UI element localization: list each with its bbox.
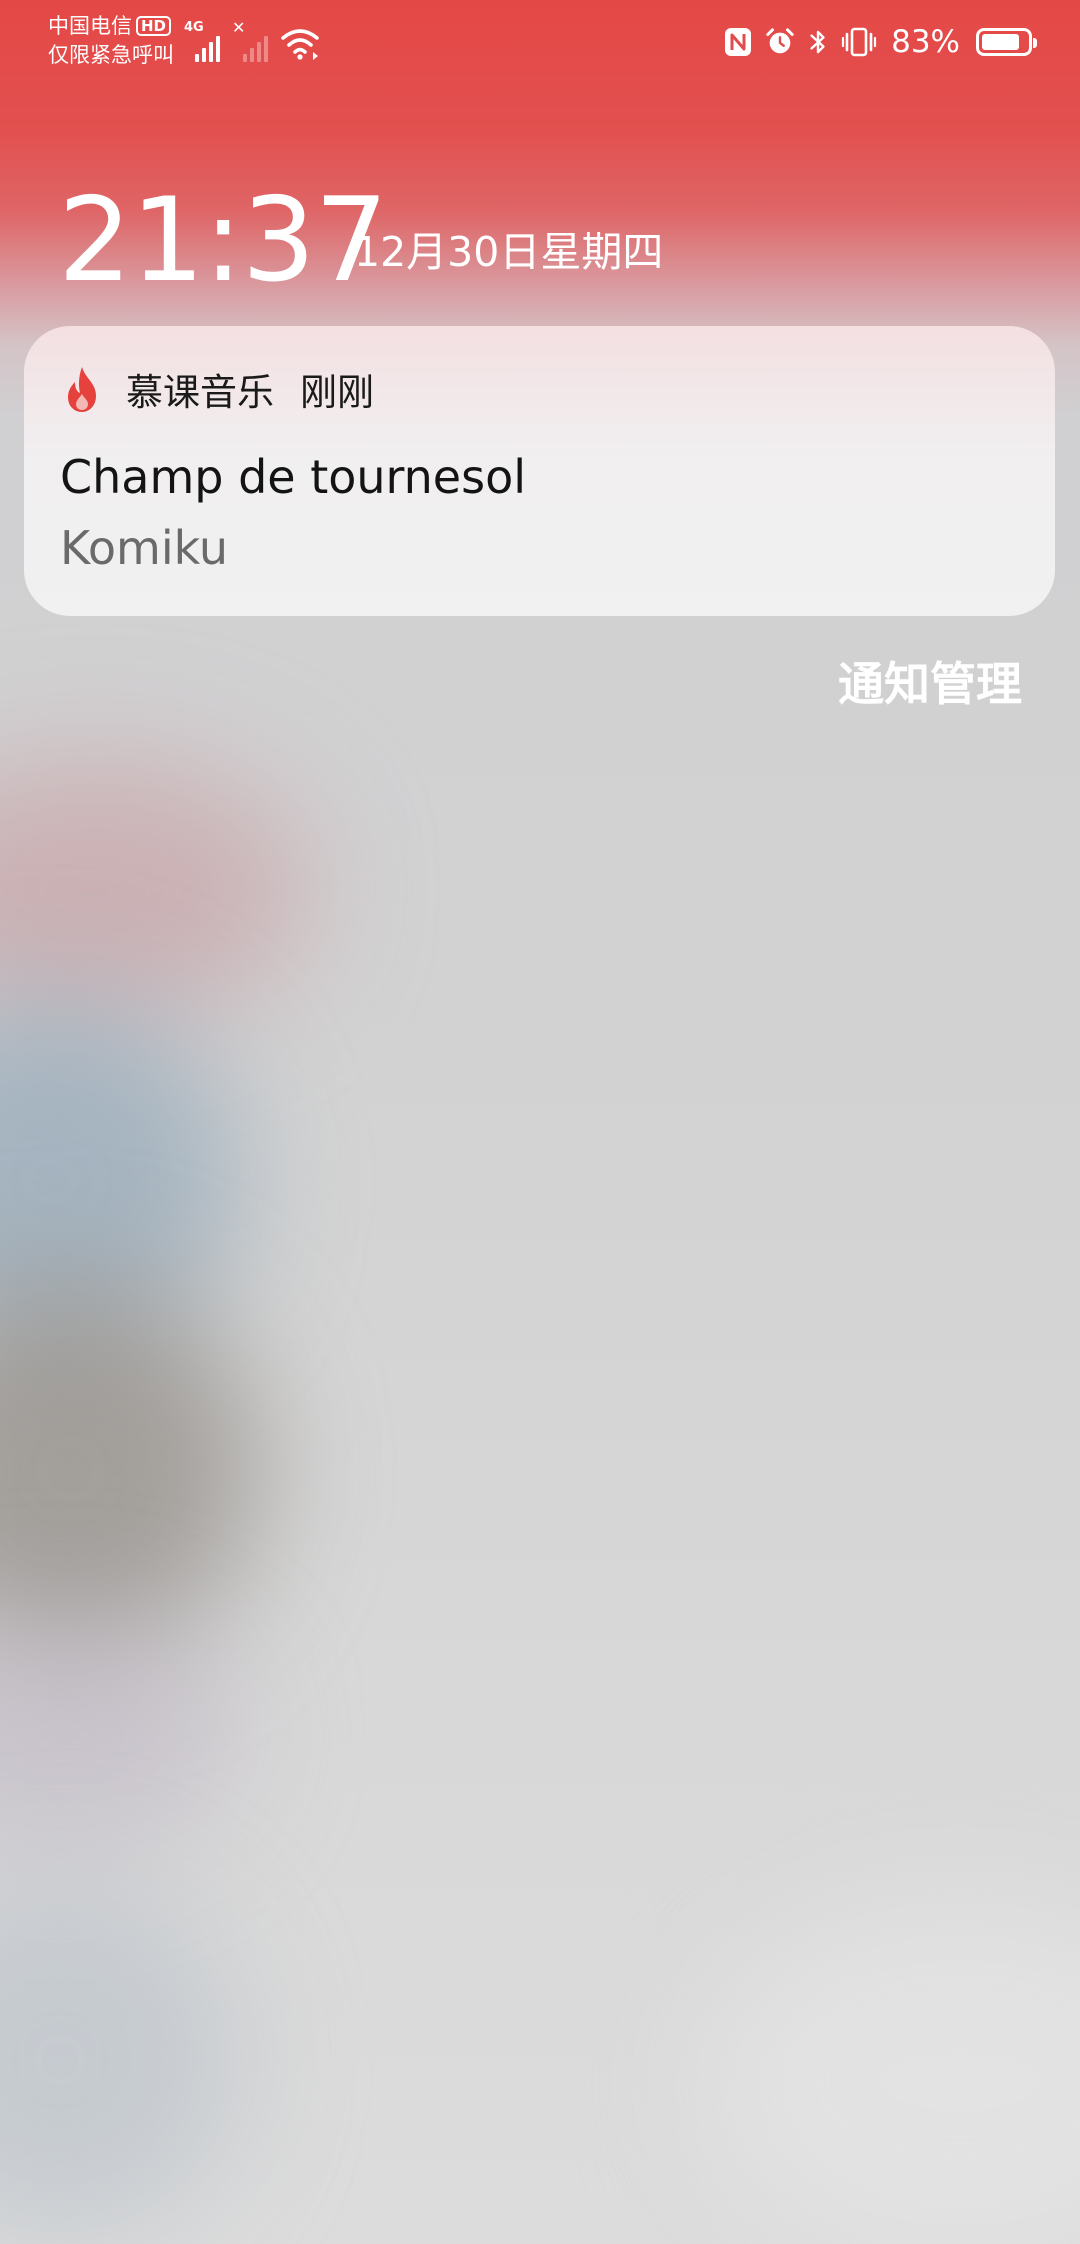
notification-header: 慕课音乐 刚刚: [60, 364, 374, 414]
bluetooth-icon: [810, 30, 825, 54]
battery-icon: [976, 28, 1037, 56]
system-indicators: 83%: [723, 22, 1037, 62]
alarm-icon: [766, 28, 794, 54]
vibrate-icon: [841, 27, 877, 57]
flame-icon: [68, 367, 96, 412]
no-signal-icon: ✕: [232, 18, 268, 62]
network-indicators: 4G ✕: [184, 18, 320, 62]
notification-time: 刚刚: [300, 371, 374, 414]
carrier-info: 中国电信 HD 仅限紧急呼叫: [48, 12, 174, 70]
nfc-icon: [725, 28, 752, 56]
carrier-name: 中国电信: [48, 14, 132, 38]
notification-app-name: 慕课音乐: [126, 371, 274, 414]
notification-subtitle: Komiku: [60, 521, 228, 575]
hd-badge: HD: [136, 16, 172, 36]
music-notification-card[interactable]: 慕课音乐 刚刚 Champ de tournesol Komiku: [24, 326, 1055, 616]
battery-percentage: 83%: [891, 24, 960, 60]
notification-manage-button[interactable]: 通知管理: [838, 652, 1022, 716]
lock-screen-date: 12月30日星期四: [354, 228, 664, 276]
emergency-calls-text: 仅限紧急呼叫: [48, 43, 174, 67]
lock-screen-clock: 21:37: [58, 173, 388, 308]
network-type-label: 4G: [184, 20, 204, 35]
wifi-icon: [281, 29, 319, 60]
signal-icon: 4G: [184, 20, 220, 62]
notification-title: Champ de tournesol: [60, 450, 526, 504]
